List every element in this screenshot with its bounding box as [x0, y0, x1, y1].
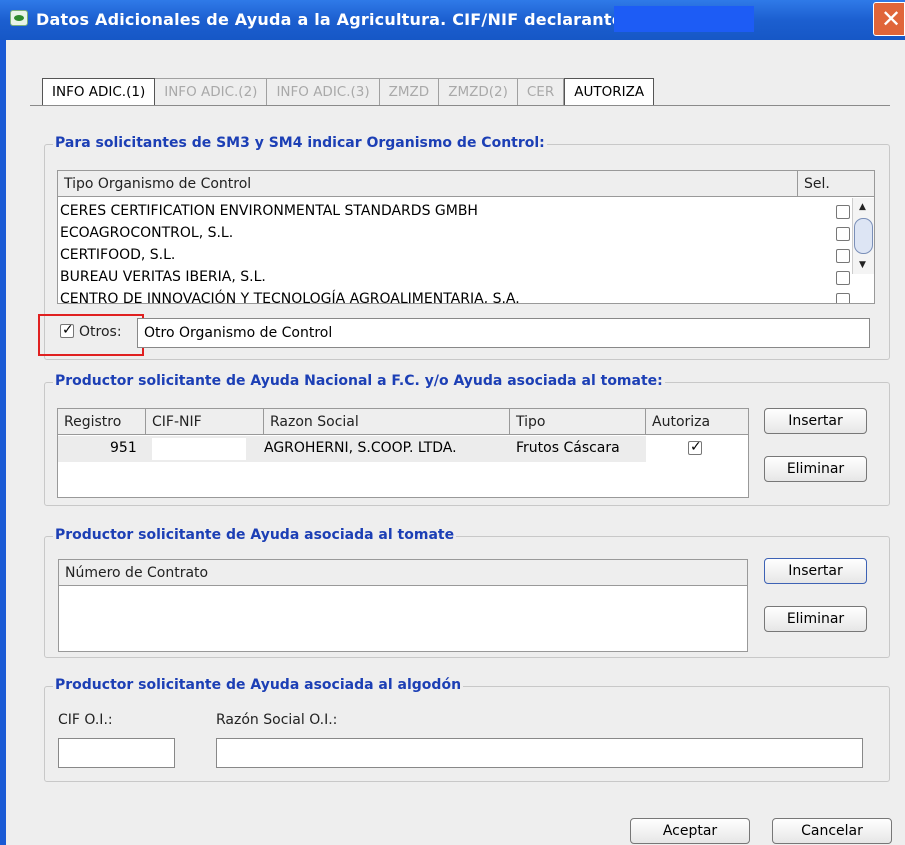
razon-social-oi-input[interactable] — [216, 738, 863, 768]
control-scrollbar[interactable]: ▲ ▼ — [852, 198, 874, 274]
cell-registro: 951 — [110, 440, 137, 456]
window-border — [0, 40, 6, 845]
insertar-contrato-button[interactable]: Insertar — [764, 558, 867, 584]
scroll-thumb[interactable] — [854, 218, 873, 254]
tab-info-adic-3[interactable]: INFO ADIC.(3) — [267, 78, 380, 106]
table-row[interactable]: 951 AGROHERNI, S.COOP. LTDA. Frutos Cásc… — [58, 436, 748, 462]
col-cif-nif[interactable]: CIF-NIF — [146, 409, 264, 435]
tab-zmzd-2[interactable]: ZMZD(2) — [439, 78, 518, 106]
otros-label: Otros: — [79, 324, 122, 340]
col-autoriza[interactable]: Autoriza — [646, 409, 748, 435]
scroll-up-icon[interactable]: ▲ — [859, 202, 866, 212]
tab-info-adic-1[interactable]: INFO ADIC.(1) — [42, 78, 156, 106]
tomate-table-header: Número de Contrato — [59, 560, 747, 586]
col-tipo[interactable]: Tipo — [510, 409, 646, 435]
list-item[interactable]: CERTIFOOD, S.L. — [60, 247, 175, 263]
title-bar[interactable]: Datos Adicionales de Ayuda a la Agricult… — [0, 0, 905, 40]
row-select-checkbox[interactable] — [836, 293, 850, 303]
row-select-checkbox[interactable] — [836, 227, 850, 241]
tomate-legend: Productor solicitante de Ayuda asociada … — [53, 527, 457, 543]
cif-oi-input[interactable] — [58, 738, 175, 768]
list-item[interactable]: BUREAU VERITAS IBERIA, S.L. — [60, 269, 266, 285]
autoriza-checkbox[interactable] — [688, 439, 702, 455]
tab-info-adic-2[interactable]: INFO ADIC.(2) — [155, 78, 268, 106]
list-item[interactable]: ECOAGROCONTROL, S.L. — [60, 225, 233, 241]
cell-tipo: Frutos Cáscara — [516, 440, 620, 456]
row-select-checkbox[interactable] — [836, 205, 850, 219]
insertar-button[interactable]: Insertar — [764, 408, 867, 434]
tab-bar: INFO ADIC.(1) INFO ADIC.(2) INFO ADIC.(3… — [42, 78, 655, 106]
algodon-legend: Productor solicitante de Ayuda asociada … — [53, 677, 464, 693]
tab-divider — [30, 105, 890, 106]
col-razon-social[interactable]: Razon Social — [264, 409, 510, 435]
tab-cer[interactable]: CER — [517, 78, 565, 106]
app-icon — [10, 10, 28, 26]
otros-checkbox[interactable] — [60, 322, 74, 338]
window-title: Datos Adicionales de Ayuda a la Agricult… — [36, 10, 630, 29]
cell-autoriza — [646, 436, 748, 462]
otros-input[interactable]: Otro Organismo de Control — [137, 318, 870, 348]
close-icon: ✕ — [881, 5, 902, 33]
control-table: Tipo Organismo de Control Sel. CERES CER… — [57, 170, 875, 304]
list-item[interactable]: CENTRO DE INNOVACIÓN Y TECNOLOGÍA AGROAL… — [60, 291, 520, 303]
redacted-nif — [614, 6, 754, 32]
cell-razon-social: AGROHERNI, S.COOP. LTDA. — [264, 440, 457, 456]
nacional-table-header: Registro CIF-NIF Razon Social Tipo Autor… — [58, 409, 748, 435]
cancelar-button[interactable]: Cancelar — [772, 818, 892, 844]
control-legend: Para solicitantes de SM3 y SM4 indicar O… — [53, 135, 547, 151]
eliminar-contrato-button[interactable]: Eliminar — [764, 606, 867, 632]
col-numero-contrato[interactable]: Número de Contrato — [59, 560, 747, 586]
tab-autoriza[interactable]: AUTORIZA — [564, 78, 655, 106]
razon-social-oi-label: Razón Social O.I.: — [216, 712, 338, 728]
tab-zmzd[interactable]: ZMZD — [379, 78, 440, 106]
nacional-table: Registro CIF-NIF Razon Social Tipo Autor… — [57, 408, 749, 498]
scroll-down-icon[interactable]: ▼ — [859, 260, 866, 270]
close-button[interactable]: ✕ — [873, 2, 905, 36]
row-select-checkbox[interactable] — [836, 249, 850, 263]
col-sel[interactable]: Sel. — [798, 171, 874, 197]
nacional-legend: Productor solicitante de Ayuda Nacional … — [53, 373, 665, 389]
row-select-checkbox[interactable] — [836, 271, 850, 285]
dialog-window: Datos Adicionales de Ayuda a la Agricult… — [0, 0, 905, 845]
list-item[interactable]: CERES CERTIFICATION ENVIRONMENTAL STANDA… — [60, 203, 478, 219]
cif-oi-label: CIF O.I.: — [58, 712, 113, 728]
eliminar-button[interactable]: Eliminar — [764, 456, 867, 482]
col-tipo-organismo[interactable]: Tipo Organismo de Control — [58, 171, 798, 197]
tomate-table: Número de Contrato — [58, 559, 748, 652]
control-table-header: Tipo Organismo de Control Sel. — [58, 171, 874, 197]
aceptar-button[interactable]: Aceptar — [630, 818, 750, 844]
col-registro[interactable]: Registro — [58, 409, 146, 435]
cell-cif-redacted — [152, 438, 246, 460]
